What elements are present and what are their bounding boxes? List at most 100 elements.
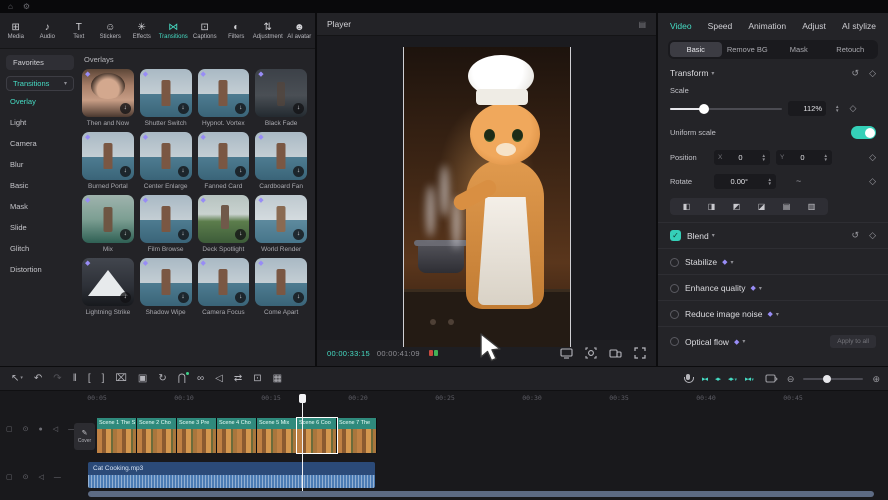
transition-black-fade[interactable]: ◆↓Black Fade (255, 69, 307, 127)
scale-stepper[interactable]: ▲▼ (835, 105, 839, 113)
keyframe-diamond-icon[interactable]: ◇ (869, 177, 876, 186)
download-icon[interactable]: ↓ (293, 229, 304, 240)
focus-scan-icon[interactable] (585, 347, 597, 359)
delete-icon[interactable]: ⌧ (115, 374, 127, 384)
chevron-down-icon[interactable]: ▾ (742, 338, 745, 345)
chevron-down-icon[interactable]: ▾ (711, 70, 714, 77)
preview-axis-icon[interactable] (765, 374, 778, 384)
download-icon[interactable]: ↓ (293, 292, 304, 303)
subtab-basic[interactable]: Basic (670, 42, 722, 57)
toolbar-media[interactable]: ⊞Media (0, 22, 32, 40)
chevron-down-icon[interactable]: ▾ (712, 232, 715, 239)
transition-hypnot-vortex[interactable]: ◆↓Hypnot. Vortex (198, 69, 250, 127)
preview-range-out-icon[interactable]: ◂▸ (715, 375, 720, 383)
collapse-icon[interactable]: — (54, 474, 61, 481)
download-icon[interactable]: ↓ (178, 166, 189, 177)
flip-align-icon-5[interactable]: ▤ (783, 202, 791, 211)
chevron-down-icon[interactable]: ▾ (759, 285, 762, 292)
transition-shutter-switch[interactable]: ◆↓Shutter Switch (140, 69, 192, 127)
toolbar-filters[interactable]: ◐Filters (221, 22, 253, 40)
chevron-down-icon[interactable]: ▾ (731, 259, 734, 266)
toolbar-text[interactable]: TText (63, 22, 95, 40)
marker-icon[interactable]: ◂▸ ▾ (728, 375, 737, 383)
loop-icon[interactable]: ↻ (158, 374, 166, 384)
clip-scene-1-the-s[interactable]: Scene 1 The S (97, 418, 137, 453)
download-icon[interactable]: ↓ (120, 229, 131, 240)
subtab-mask[interactable]: Mask (773, 42, 825, 57)
keyframe-diamond-icon[interactable]: ◇ (849, 104, 856, 113)
reset-icon[interactable]: ↺ (852, 69, 860, 78)
hide-track-icon[interactable]: ● (39, 426, 43, 433)
timeline-scrollbar[interactable] (88, 491, 874, 497)
flip-align-icon-2[interactable]: ◨ (708, 202, 716, 211)
download-icon[interactable]: ↓ (178, 103, 189, 114)
zoom-out-icon[interactable]: ⊖ (787, 374, 795, 385)
mute-track-icon[interactable]: ◁ (53, 425, 58, 433)
toolbar-captions[interactable]: ⊡Captions (189, 22, 221, 40)
lock-icon[interactable]: ⊙ (23, 425, 29, 433)
flip-align-icon-4[interactable]: ◪ (758, 202, 766, 211)
toolbar-audio[interactable]: ♪Audio (32, 22, 64, 40)
optical-flow-toggle-icon[interactable] (670, 337, 679, 346)
trim-right-icon[interactable]: ] (102, 374, 105, 384)
tab-adjust[interactable]: Adjust (802, 21, 826, 31)
transition-film-browse[interactable]: ◆↓Film Browse (140, 195, 192, 253)
player-viewport[interactable] (317, 36, 656, 340)
sidebar-item-slide[interactable]: Slide (6, 217, 74, 238)
marker-options-icon[interactable]: ▸◂ ▾ (745, 375, 754, 383)
uniform-scale-toggle[interactable] (851, 126, 876, 139)
toolbar-ai-avatar[interactable]: ☻AI avatar (284, 22, 316, 40)
toolbar-effects[interactable]: ✳Effects (126, 22, 158, 40)
toolbar-adjustment[interactable]: ⇅Adjustment (252, 22, 284, 40)
download-icon[interactable]: ↓ (235, 292, 246, 303)
clip-scene-5-mix[interactable]: Scene 5 Mix (257, 418, 297, 453)
position-y-field[interactable]: Y 0 ▲▼ (776, 150, 832, 165)
apply-to-all-button[interactable]: Apply to all (830, 335, 876, 348)
transition-then-and-now[interactable]: ◆↓Then and Now (82, 69, 134, 127)
sidebar-item-basic[interactable]: Basic (6, 175, 74, 196)
edit-cover-button[interactable]: ✎ Cover (74, 423, 95, 450)
mute-track-icon[interactable]: ◁ (39, 473, 44, 481)
subtab-remove-bg[interactable]: Remove BG (722, 42, 774, 57)
keyframe-diamond-icon[interactable]: ◇ (869, 231, 876, 240)
record-voiceover-icon[interactable] (685, 374, 691, 384)
scale-slider[interactable] (670, 108, 782, 110)
download-icon[interactable]: ↓ (178, 292, 189, 303)
audio-clip[interactable]: Cat Cooking.mp3 (88, 462, 375, 488)
keyframe-diamond-icon[interactable]: ◇ (869, 153, 876, 162)
transition-fanned-card[interactable]: ◆↓Fanned Card (198, 132, 250, 190)
transition-lightning-strike[interactable]: ◆↓Lightning Strike (82, 258, 134, 316)
tab-video[interactable]: Video (670, 21, 692, 31)
enhance-toggle-icon[interactable] (670, 284, 679, 293)
redo-icon[interactable]: ↷ (53, 374, 61, 384)
download-icon[interactable]: ↓ (120, 103, 131, 114)
transition-center-enlarge[interactable]: ◆↓Center Enlarge (140, 132, 192, 190)
clip-scene-4-cho[interactable]: Scene 4 Cho (217, 418, 257, 453)
download-icon[interactable]: ↓ (235, 229, 246, 240)
home-icon[interactable]: ⌂ (8, 3, 13, 11)
toolbar-transitions[interactable]: ⋈Transitions (158, 22, 190, 40)
zoom-in-icon[interactable]: ⊕ (872, 374, 880, 385)
magnet-snap-icon[interactable]: ⋂ (178, 374, 186, 384)
fullscreen-icon[interactable] (634, 347, 646, 359)
settings-icon[interactable]: ⚙ (23, 3, 30, 11)
mirror-icon[interactable]: ⇄ (234, 374, 242, 384)
download-icon[interactable]: ↓ (120, 166, 131, 177)
sidebar-item-distortion[interactable]: Distortion (6, 259, 74, 280)
transition-deck-spotlight[interactable]: ◆↓Deck Spotlight (198, 195, 250, 253)
reset-icon[interactable]: ↺ (852, 231, 860, 240)
trim-left-icon[interactable]: [ (88, 374, 91, 384)
sidebar-item-blur[interactable]: Blur (6, 154, 74, 175)
toolbar-stickers[interactable]: ☺Stickers (95, 22, 127, 40)
stabilize-toggle-icon[interactable] (670, 258, 679, 267)
sidebar-item-mask[interactable]: Mask (6, 196, 74, 217)
rotate-field[interactable]: 0.00° ▲▼ (714, 174, 776, 189)
tab-ai-stylize[interactable]: AI stylize (842, 21, 876, 31)
scale-value[interactable]: 112% (788, 101, 826, 116)
sidebar-item-overlay[interactable]: Overlay (6, 91, 74, 112)
preview-quality-icon[interactable] (429, 350, 438, 356)
download-icon[interactable]: ↓ (235, 103, 246, 114)
link-clips-icon[interactable]: ∞ (197, 374, 204, 384)
clip-scene-7-the[interactable]: Scene 7 The (337, 418, 377, 453)
flip-align-icon-1[interactable]: ◧ (683, 202, 691, 211)
